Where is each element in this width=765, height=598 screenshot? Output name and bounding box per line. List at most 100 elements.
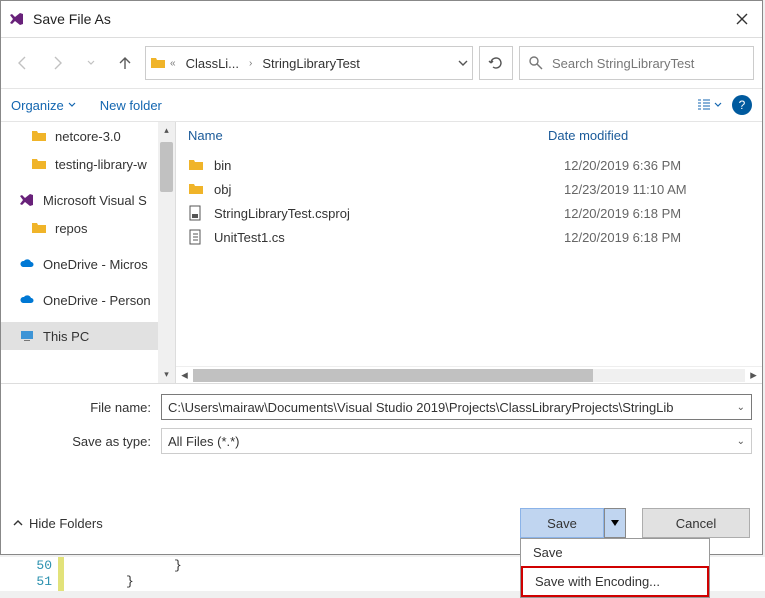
column-name[interactable]: Name xyxy=(188,128,548,143)
column-date[interactable]: Date modified xyxy=(548,128,750,143)
scroll-right-icon[interactable]: ▸ xyxy=(745,367,762,383)
sidebar-item-vs[interactable]: Microsoft Visual S xyxy=(1,186,175,214)
menu-save[interactable]: Save xyxy=(521,539,709,566)
forward-button[interactable] xyxy=(43,48,71,78)
file-row[interactable]: UnitTest1.cs 12/20/2019 6:18 PM xyxy=(176,225,762,249)
pc-icon xyxy=(19,328,35,344)
sidebar-item-label: OneDrive - Person xyxy=(43,293,151,308)
save-file-as-dialog: Save File As « ClassLi... › StringLibrar… xyxy=(0,0,763,555)
sidebar: netcore-3.0 testing-library-w Microsoft … xyxy=(1,122,176,383)
sidebar-item-label: testing-library-w xyxy=(55,157,147,172)
search-input[interactable]: Search StringLibraryTest xyxy=(519,46,754,80)
back-button[interactable] xyxy=(9,48,37,78)
hide-folders-button[interactable]: Hide Folders xyxy=(13,516,103,531)
file-pane: Name Date modified bin12/20/2019 6:36 PM… xyxy=(176,122,762,383)
save-type-select[interactable]: All Files (*.*)⌄ xyxy=(161,428,752,454)
chevron-up-icon xyxy=(13,518,23,528)
cancel-button[interactable]: Cancel xyxy=(642,508,750,538)
path-sep: « xyxy=(170,58,176,69)
address-row: « ClassLi... › StringLibraryTest Search … xyxy=(1,38,762,89)
code-line: } xyxy=(174,558,182,574)
save-label: Save xyxy=(547,516,577,531)
sidebar-item-testing[interactable]: testing-library-w xyxy=(1,150,175,178)
menu-save-with-encoding[interactable]: Save with Encoding... xyxy=(521,566,709,597)
recent-dropdown[interactable] xyxy=(77,48,105,78)
sidebar-item-thispc[interactable]: This PC xyxy=(1,322,175,350)
scroll-track[interactable] xyxy=(193,369,745,382)
folder-icon xyxy=(31,220,47,236)
new-folder-button[interactable]: New folder xyxy=(100,98,162,113)
toolbar: Organize New folder ? xyxy=(1,89,762,122)
chevron-down-icon: ⌄ xyxy=(737,402,745,413)
path-box[interactable]: « ClassLi... › StringLibraryTest xyxy=(145,46,473,80)
refresh-button[interactable] xyxy=(479,46,513,80)
titlebar: Save File As xyxy=(1,1,762,38)
scroll-up-icon[interactable]: ▴ xyxy=(158,122,175,139)
save-menu: Save Save with Encoding... xyxy=(520,538,710,598)
organize-label: Organize xyxy=(11,98,64,113)
save-button[interactable]: Save xyxy=(520,508,604,538)
sidebar-item-label: This PC xyxy=(43,329,89,344)
vs-icon xyxy=(19,192,35,208)
file-date: 12/23/2019 11:10 AM xyxy=(564,182,687,197)
file-list: bin12/20/2019 6:36 PM obj 12/23/2019 11:1… xyxy=(176,149,762,366)
folder-icon xyxy=(150,55,166,71)
scroll-thumb[interactable] xyxy=(160,142,173,192)
file-name-label: File name: xyxy=(11,400,161,415)
chevron-right-icon: › xyxy=(249,58,252,69)
sidebar-item-netcore[interactable]: netcore-3.0 xyxy=(1,122,175,150)
line-number: 51 xyxy=(0,574,52,590)
hscrollbar[interactable]: ◂▸ xyxy=(176,366,762,383)
file-date: 12/20/2019 6:18 PM xyxy=(564,230,681,245)
sidebar-item-onedrive2[interactable]: OneDrive - Person xyxy=(1,286,175,314)
refresh-icon xyxy=(488,55,504,71)
file-name-input[interactable]: C:\Users\mairaw\Documents\Visual Studio … xyxy=(161,394,752,420)
save-dropdown-button[interactable] xyxy=(604,508,626,538)
file-name: StringLibraryTest.csproj xyxy=(214,206,554,221)
help-button[interactable]: ? xyxy=(732,95,752,115)
save-type-label: Save as type: xyxy=(11,434,161,449)
body: netcore-3.0 testing-library-w Microsoft … xyxy=(1,122,762,384)
file-name: obj xyxy=(214,182,554,197)
cloud-icon xyxy=(19,292,35,308)
file-row[interactable]: bin12/20/2019 6:36 PM xyxy=(176,153,762,177)
path-seg-1[interactable]: ClassLi... xyxy=(180,54,245,73)
cs-icon xyxy=(188,229,204,245)
close-icon xyxy=(734,11,750,27)
organize-button[interactable]: Organize xyxy=(11,98,76,113)
path-seg-2[interactable]: StringLibraryTest xyxy=(256,54,366,73)
sidebar-item-label: netcore-3.0 xyxy=(55,129,121,144)
views-button[interactable] xyxy=(696,97,722,113)
vs-icon xyxy=(9,11,25,27)
file-name: UnitTest1.cs xyxy=(214,230,554,245)
sidebar-item-repos[interactable]: repos xyxy=(1,214,175,242)
close-button[interactable] xyxy=(730,7,754,31)
editor-gutter: 50 51 xyxy=(0,557,58,591)
file-name-value: C:\Users\mairaw\Documents\Visual Studio … xyxy=(168,400,674,415)
sidebar-scrollbar[interactable]: ▴▾ xyxy=(158,122,175,383)
hide-folders-label: Hide Folders xyxy=(29,516,103,531)
scroll-left-icon[interactable]: ◂ xyxy=(176,367,193,383)
fields: File name: C:\Users\mairaw\Documents\Vis… xyxy=(1,384,762,466)
chevron-down-icon xyxy=(87,59,95,67)
new-folder-label: New folder xyxy=(100,98,162,113)
folder-icon xyxy=(31,156,47,172)
file-row[interactable]: StringLibraryTest.csproj 12/20/2019 6:18 … xyxy=(176,201,762,225)
file-row[interactable]: obj 12/23/2019 11:10 AM xyxy=(176,177,762,201)
chevron-down-icon xyxy=(68,101,76,109)
folder-icon xyxy=(31,128,47,144)
window-title: Save File As xyxy=(33,11,111,27)
sidebar-item-label: Microsoft Visual S xyxy=(43,193,147,208)
search-icon xyxy=(528,55,544,71)
file-date: 12/20/2019 6:18 PM xyxy=(564,206,681,221)
scroll-down-icon[interactable]: ▾ xyxy=(158,366,175,383)
sidebar-item-label: repos xyxy=(55,221,88,236)
arrow-up-icon xyxy=(117,55,133,71)
help-icon: ? xyxy=(739,98,746,112)
sidebar-item-onedrive1[interactable]: OneDrive - Micros xyxy=(1,250,175,278)
button-row: Hide Folders Save Save Save with Encodin… xyxy=(1,498,762,548)
chevron-down-icon xyxy=(458,58,468,68)
file-date: 12/20/2019 6:36 PM xyxy=(564,158,681,173)
scroll-thumb[interactable] xyxy=(193,369,593,382)
up-button[interactable] xyxy=(111,48,139,78)
